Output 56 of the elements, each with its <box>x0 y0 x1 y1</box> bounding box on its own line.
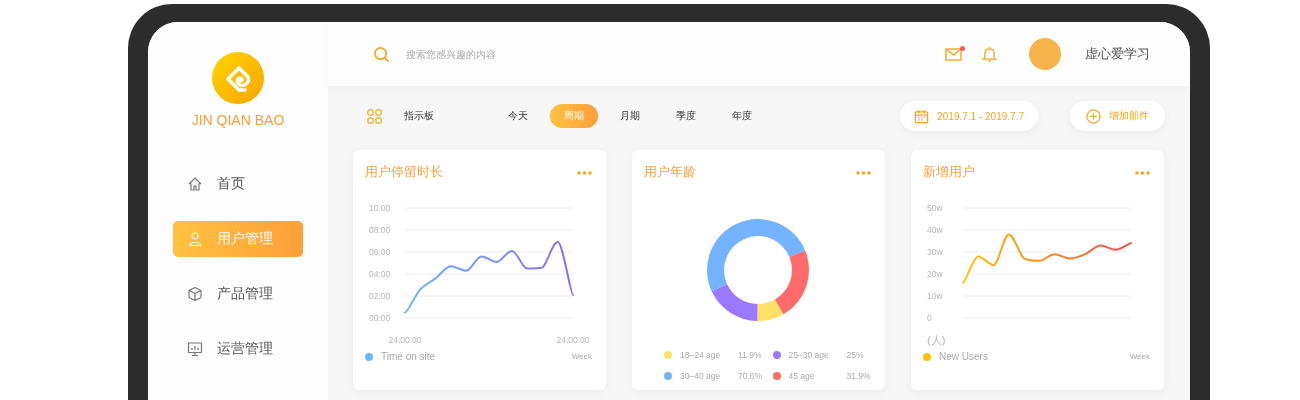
legend-label: 18–24 age <box>680 350 722 360</box>
search-field[interactable]: 搜索您感兴趣的内容 <box>404 47 608 61</box>
axis-label: 00:00 <box>369 313 391 323</box>
axis-label: 40w <box>927 225 943 235</box>
monitor-icon <box>187 341 203 357</box>
legend-value: 31.9% <box>846 371 871 381</box>
axis-label: 08:00 <box>369 225 391 235</box>
legend-label: 45 age <box>788 371 816 381</box>
axis-label: 0 <box>927 313 932 323</box>
legend-value: 25% <box>846 350 864 360</box>
axis-label: 20w <box>927 269 943 279</box>
axis-title: Week <box>1129 352 1150 361</box>
axis-label: 04:00 <box>369 269 391 279</box>
user-name: 虚心爱学习 <box>1085 45 1150 63</box>
avatar[interactable] <box>1029 38 1061 70</box>
axis-title: Week <box>571 352 592 361</box>
nav-item[interactable]: 首页 <box>173 166 303 202</box>
person-icon <box>187 231 203 247</box>
dashboard-title: 指示板 <box>404 109 435 123</box>
nav-item[interactable]: 运营管理 <box>173 331 303 367</box>
mail-icon[interactable] <box>945 47 962 61</box>
period-tab[interactable]: 季度 <box>662 104 710 128</box>
grid-icon <box>367 108 382 124</box>
search-icon[interactable] <box>373 45 390 63</box>
plus-circle-icon <box>1086 108 1101 124</box>
axis-label: 10:00 <box>369 203 391 213</box>
cube-icon <box>187 286 203 302</box>
logo-icon <box>212 52 264 104</box>
bell-icon[interactable] <box>982 45 997 63</box>
period-tab[interactable]: 年度 <box>718 104 766 128</box>
legend-value: 70.6% <box>738 371 763 381</box>
axis-label: 30w <box>927 247 943 257</box>
card-title: 新增用户 <box>923 163 975 181</box>
axis-title: (人) <box>927 334 946 346</box>
axis-label: 24.00.00 <box>556 335 590 345</box>
period-tab[interactable]: 月期 <box>606 104 654 128</box>
calendar-icon <box>914 108 930 124</box>
legend-label: 30–40 age <box>680 371 722 381</box>
more-icon[interactable] <box>1135 171 1150 175</box>
legend-label: New Users <box>939 351 988 362</box>
more-icon[interactable] <box>577 171 592 175</box>
house-icon <box>187 176 203 192</box>
axis-label: 02:00 <box>369 291 391 301</box>
axis-label: 24.00.00 <box>388 335 422 345</box>
more-icon[interactable] <box>856 171 871 175</box>
axis-label: 50w <box>927 203 943 213</box>
legend-label: Time on site <box>381 351 436 362</box>
legend-value: 11.9% <box>738 350 762 360</box>
axis-label: 10w <box>927 291 943 301</box>
brand-name: JIN QIAN BAO <box>191 112 285 128</box>
card-title: 用户年龄 <box>644 163 696 181</box>
legend-label: 25–30 age <box>788 350 830 360</box>
nav-item[interactable]: 产品管理 <box>173 276 303 312</box>
card-title: 用户停留时长 <box>365 163 443 181</box>
period-tab[interactable]: 今天 <box>494 104 542 128</box>
axis-label: 06:00 <box>369 247 391 257</box>
